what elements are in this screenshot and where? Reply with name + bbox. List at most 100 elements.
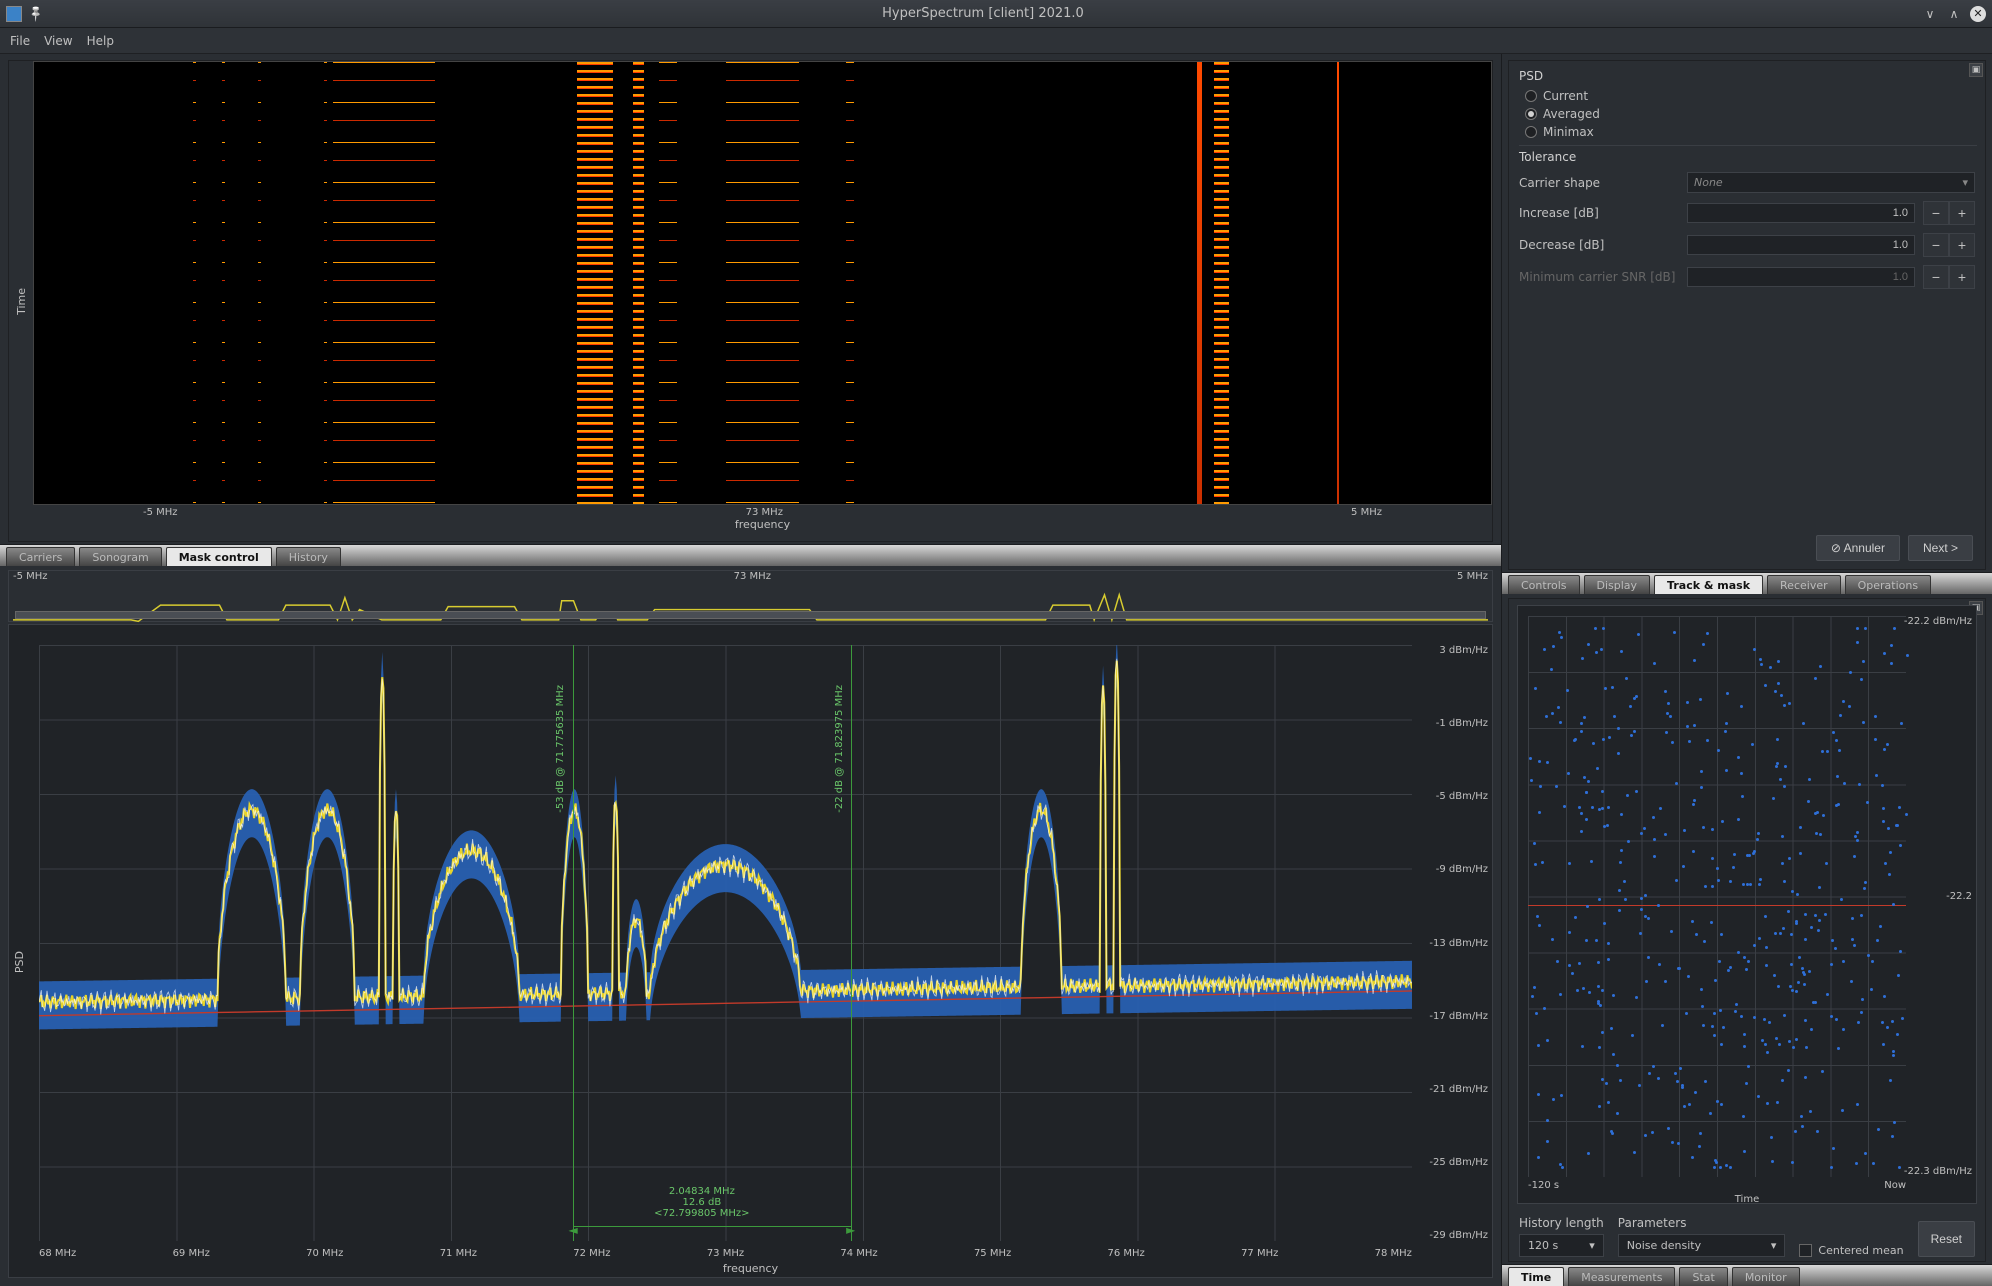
- scatter-point: [1737, 951, 1740, 954]
- scatter-point: [1610, 1027, 1613, 1030]
- scatter-point: [1896, 824, 1899, 827]
- cancel-button[interactable]: ⊘ Annuler: [1816, 535, 1900, 561]
- scatter-point: [1651, 1131, 1654, 1134]
- spectrum-y-tick: -17 dBm/Hz: [1429, 1011, 1488, 1022]
- history-length-select[interactable]: 120 s▾: [1519, 1234, 1604, 1257]
- scatter-point: [1719, 1166, 1722, 1169]
- scatter-point: [1884, 862, 1887, 865]
- scatter-point: [1800, 1115, 1803, 1118]
- scatter-plot[interactable]: -120 s Now Time -22.2 dBm/Hz -22.2 -22.3…: [1517, 605, 1977, 1204]
- menu-help[interactable]: Help: [87, 34, 114, 48]
- overview-scrollbar[interactable]: [15, 611, 1486, 619]
- spectrum-x-tick: 73 MHz: [707, 1248, 744, 1259]
- maximize-icon[interactable]: ∧: [1946, 6, 1962, 22]
- tab-controls[interactable]: Controls: [1508, 575, 1580, 594]
- pin-icon[interactable]: [28, 6, 44, 22]
- spectrum-y-tick: -9 dBm/Hz: [1436, 864, 1488, 875]
- scatter-point: [1610, 1130, 1613, 1133]
- radio-current[interactable]: Current: [1517, 87, 1977, 105]
- scatter-point: [1740, 705, 1743, 708]
- scatter-point: [1781, 835, 1784, 838]
- scatter-point: [1692, 803, 1695, 806]
- scatter-point: [1896, 1033, 1899, 1036]
- scatter-point: [1788, 1040, 1791, 1043]
- tab-monitor[interactable]: Monitor: [1732, 1267, 1800, 1286]
- scatter-point: [1706, 739, 1709, 742]
- increase-input[interactable]: [1687, 203, 1915, 223]
- scatter-point: [1720, 933, 1723, 936]
- scatter-point: [1746, 854, 1749, 857]
- scatter-point: [1881, 1021, 1884, 1024]
- tab-measurements[interactable]: Measurements: [1568, 1267, 1675, 1286]
- scatter-point: [1751, 743, 1754, 746]
- ov-x-min: -5 MHz: [13, 571, 48, 582]
- spectrum-plot[interactable]: PSD frequency -53 dB @ 71.775635 MHz: [8, 624, 1493, 1278]
- reset-button[interactable]: Reset: [1918, 1221, 1975, 1257]
- radio-minimax[interactable]: Minimax: [1517, 123, 1977, 141]
- scatter-point: [1653, 855, 1656, 858]
- window-titlebar: HyperSpectrum [client] 2021.0 ∨ ∧ ✕: [0, 0, 1992, 28]
- tab-stat[interactable]: Stat: [1679, 1267, 1727, 1286]
- scatter-point: [1814, 1001, 1817, 1004]
- scatter-point: [1729, 880, 1732, 883]
- tab-time[interactable]: Time: [1508, 1267, 1564, 1286]
- panel-minimize-icon[interactable]: ▣: [1969, 63, 1983, 77]
- increase-plus-button[interactable]: +: [1949, 201, 1975, 225]
- scatter-point: [1695, 933, 1698, 936]
- tab-receiver[interactable]: Receiver: [1767, 575, 1841, 594]
- scatter-point: [1745, 968, 1748, 971]
- overview-strip[interactable]: -5 MHz 73 MHz 5 MHz: [8, 570, 1493, 622]
- menubar: File View Help: [0, 28, 1992, 54]
- spectrum-y-tick: -25 dBm/Hz: [1429, 1157, 1488, 1168]
- marker-line-2[interactable]: [851, 645, 852, 1241]
- scatter-point: [1538, 811, 1541, 814]
- scatter-point: [1892, 903, 1895, 906]
- scatter-point: [1801, 967, 1804, 970]
- marker-line-1[interactable]: [573, 645, 574, 1241]
- carrier-shape-select[interactable]: None▾: [1687, 172, 1975, 193]
- waterfall-plot[interactable]: Time -5 MHz 73 MHz 5 MHz frequency: [9, 61, 1492, 541]
- scatter-point: [1816, 811, 1819, 814]
- scatter-point: [1640, 908, 1643, 911]
- tab-track-mask[interactable]: Track & mask: [1654, 575, 1763, 594]
- parameters-select[interactable]: Noise density▾: [1618, 1234, 1786, 1257]
- decrease-minus-button[interactable]: −: [1923, 233, 1949, 257]
- scatter-point: [1866, 801, 1869, 804]
- scatter-point: [1620, 650, 1623, 653]
- scatter-point: [1892, 1050, 1895, 1053]
- tab-display[interactable]: Display: [1584, 575, 1651, 594]
- spectrum-x-tick: 74 MHz: [840, 1248, 877, 1259]
- decrease-plus-button[interactable]: +: [1949, 233, 1975, 257]
- tab-operations[interactable]: Operations: [1845, 575, 1931, 594]
- scatter-point: [1725, 769, 1728, 772]
- span-readout: 2.04834 MHz 12.6 dB <72.799805 MHz>: [632, 1186, 772, 1219]
- tab-mask-control[interactable]: Mask control: [166, 547, 272, 566]
- scatter-point: [1568, 964, 1571, 967]
- scatter-point: [1612, 1053, 1615, 1056]
- bottom-tabs: Time Measurements Stat Monitor: [1502, 1264, 1992, 1286]
- decrease-input[interactable]: [1687, 235, 1915, 255]
- scatter-point: [1552, 645, 1555, 648]
- next-button[interactable]: Next >: [1908, 535, 1973, 561]
- tab-carriers[interactable]: Carriers: [6, 547, 75, 566]
- scatter-point: [1529, 757, 1532, 760]
- scatter-point: [1764, 1043, 1767, 1046]
- tab-sonogram[interactable]: Sonogram: [79, 547, 161, 566]
- increase-minus-button[interactable]: −: [1923, 201, 1949, 225]
- menu-view[interactable]: View: [44, 34, 72, 48]
- menu-file[interactable]: File: [10, 34, 30, 48]
- scatter-point: [1757, 1095, 1760, 1098]
- tab-history[interactable]: History: [276, 547, 341, 566]
- scatter-point: [1860, 914, 1863, 917]
- scatter-point: [1644, 894, 1647, 897]
- scatter-point: [1778, 1043, 1781, 1046]
- tolerance-title: Tolerance: [1519, 145, 1977, 164]
- spectrum-x-tick: 78 MHz: [1375, 1248, 1412, 1259]
- minimize-icon[interactable]: ∨: [1922, 6, 1938, 22]
- scatter-point: [1595, 651, 1598, 654]
- close-icon[interactable]: ✕: [1970, 6, 1986, 22]
- radio-averaged[interactable]: Averaged: [1517, 105, 1977, 123]
- scatter-point: [1580, 730, 1583, 733]
- scatter-point: [1781, 1079, 1784, 1082]
- centered-mean-checkbox[interactable]: Centered mean: [1799, 1244, 1903, 1257]
